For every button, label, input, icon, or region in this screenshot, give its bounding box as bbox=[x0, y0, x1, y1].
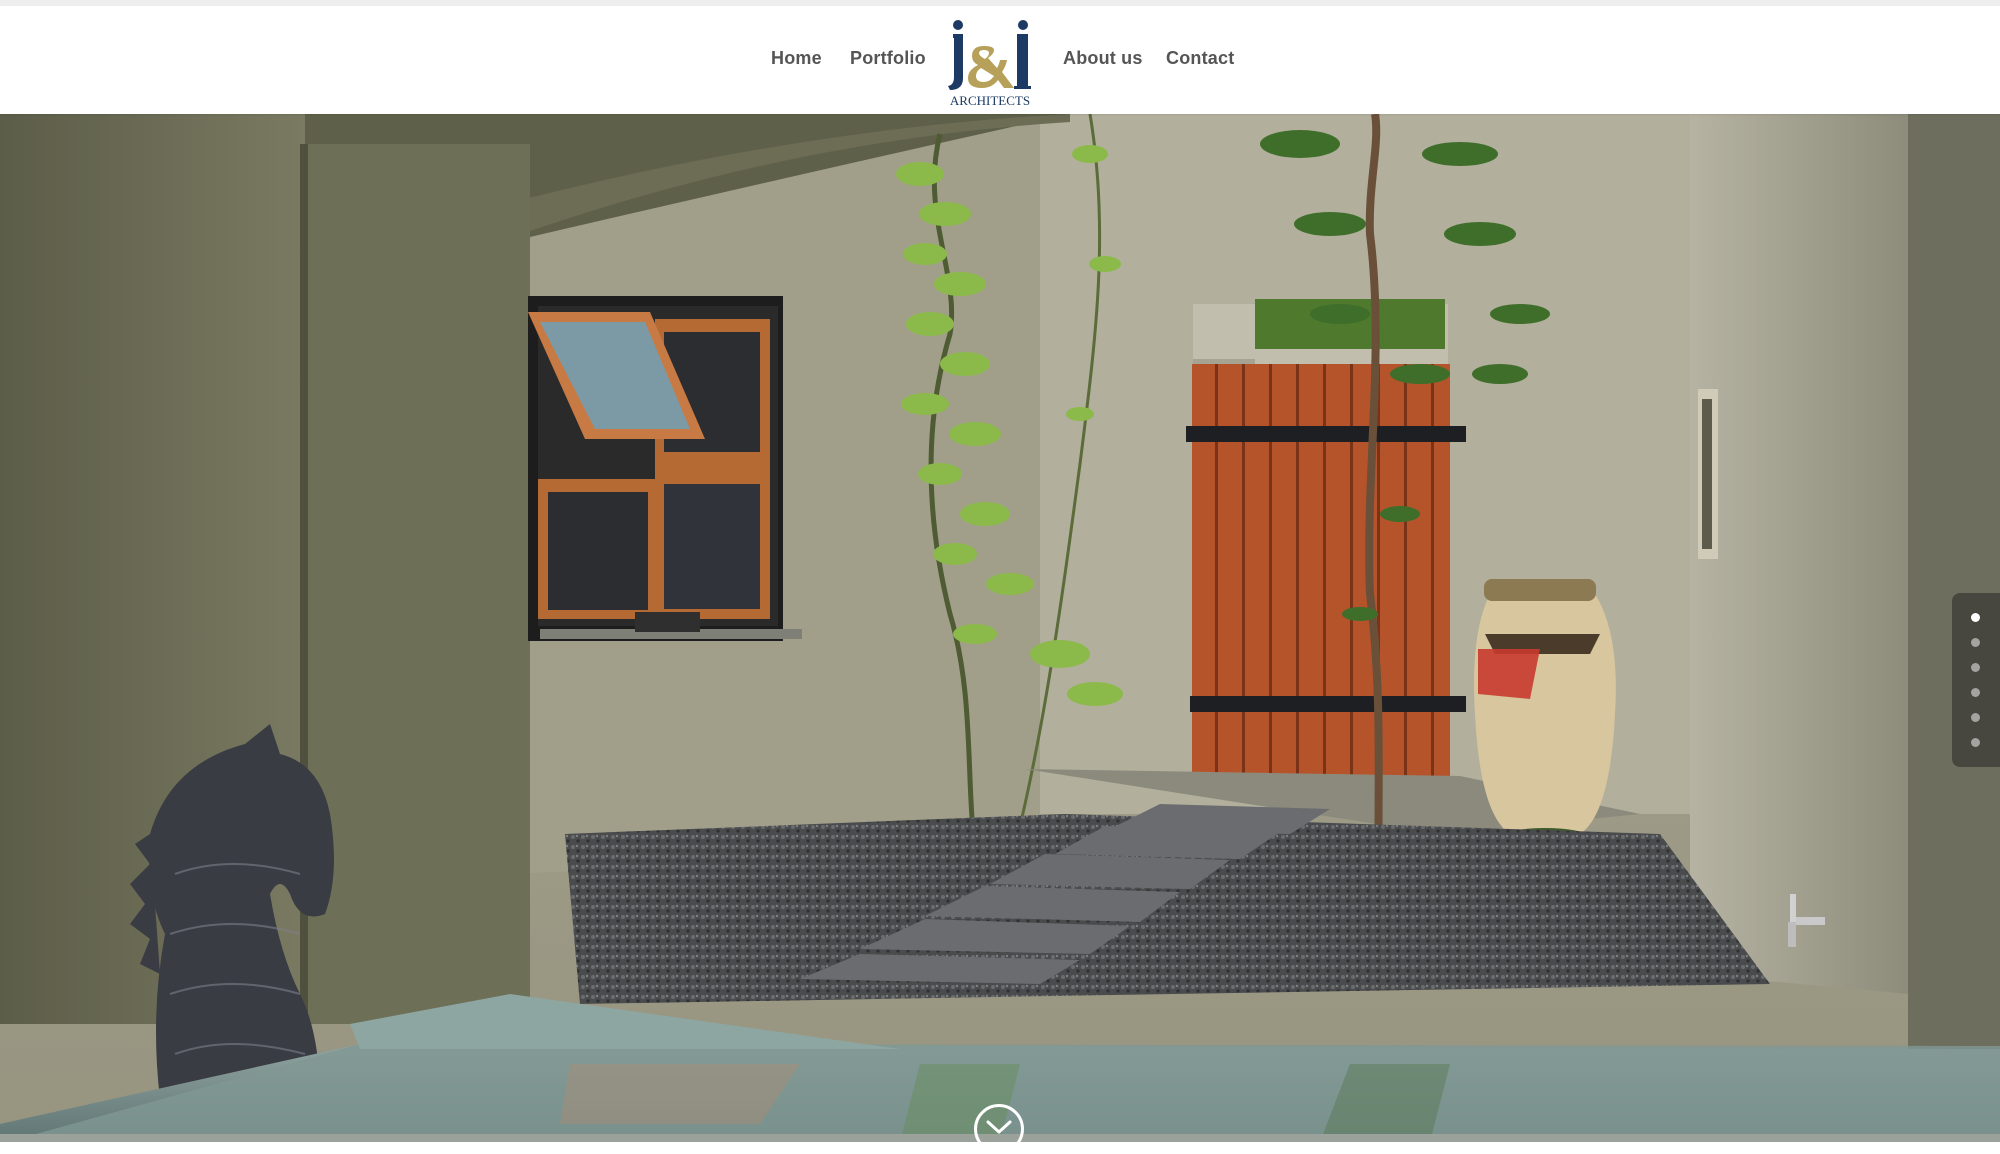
nav-portfolio-link[interactable]: Portfolio bbox=[850, 48, 926, 69]
slider-dot-5[interactable] bbox=[1971, 713, 1980, 722]
hero-courtyard-image bbox=[0, 114, 2000, 1142]
site-header: Home Portfolio ARCHITECTS About us Conta… bbox=[0, 6, 2000, 114]
slider-dot-4[interactable] bbox=[1971, 688, 1980, 697]
nav-home-link[interactable]: Home bbox=[771, 48, 822, 69]
slider-dot-2[interactable] bbox=[1971, 638, 1980, 647]
slider-dot-1[interactable] bbox=[1971, 613, 1980, 622]
slider-dot-3[interactable] bbox=[1971, 663, 1980, 672]
nav-contact-link[interactable]: Contact bbox=[1166, 48, 1234, 69]
slider-dot-6[interactable] bbox=[1971, 738, 1980, 747]
site-logo[interactable]: ARCHITECTS bbox=[944, 16, 1036, 108]
nav-about-link[interactable]: About us bbox=[1063, 48, 1143, 69]
scroll-down-button[interactable] bbox=[974, 1104, 1024, 1154]
logo-subtitle: ARCHITECTS bbox=[950, 93, 1030, 108]
hero-slider bbox=[0, 114, 2000, 1142]
chevron-down-icon bbox=[986, 1120, 1012, 1134]
slider-pagination bbox=[1952, 593, 2000, 767]
